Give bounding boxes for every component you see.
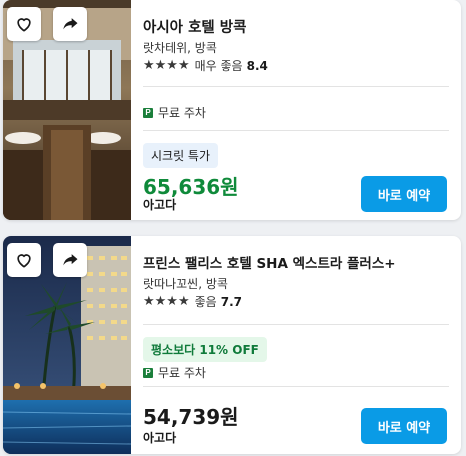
book-now-button[interactable]: 바로 예약 xyxy=(361,176,447,212)
hotel-name[interactable]: 프린스 팰리스 호텔 SHA 엑스트라 플러스+ xyxy=(143,252,396,272)
share-icon xyxy=(63,254,78,266)
divider xyxy=(143,324,449,325)
hotel-name[interactable]: 아시아 호텔 방콕 xyxy=(143,16,246,37)
discount-badge: 평소보다 11% OFF xyxy=(143,337,267,362)
hotel-card[interactable]: 프린스 팰리스 호텔 SHA 엑스트라 플러스+ 랏따나꼬씬, 방콕 ★★★★ … xyxy=(3,236,461,454)
parking-icon: P xyxy=(143,107,153,118)
rating-text: 좋음 xyxy=(194,295,217,309)
hotel-card[interactable]: 아시아 호텔 방콕 랏차테위, 방콕 ★★★★ 매우 좋음 8.4 P 무료 주… xyxy=(3,0,461,220)
parking-icon: P xyxy=(143,367,153,378)
hotel-location: 랏따나꼬씬, 방콕 xyxy=(143,277,228,291)
hotel-location: 랏차테위, 방콕 xyxy=(143,41,217,55)
share-button[interactable] xyxy=(53,7,87,41)
amenity-label: 무료 주차 xyxy=(158,366,206,380)
hotel-info: 아시아 호텔 방콕 랏차테위, 방콕 ★★★★ 매우 좋음 8.4 P 무료 주… xyxy=(143,0,449,220)
divider xyxy=(143,130,449,131)
rating-row: ★★★★ 매우 좋음 8.4 xyxy=(143,57,268,74)
divider xyxy=(143,86,449,87)
divider xyxy=(143,386,449,387)
rating-score: 7.7 xyxy=(220,294,242,309)
amenity-parking: P 무료 주차 xyxy=(143,104,206,121)
heart-icon xyxy=(17,18,31,32)
star-rating: ★★★★ xyxy=(143,294,190,309)
book-now-button[interactable]: 바로 예약 xyxy=(361,408,447,444)
heart-icon xyxy=(17,254,31,268)
amenity-parking: P 무료 주차 xyxy=(143,364,206,381)
favorite-button[interactable] xyxy=(7,7,41,41)
favorite-button[interactable] xyxy=(7,243,41,277)
secret-deal-badge: 시크릿 특가 xyxy=(143,143,219,168)
provider-name: 아고다 xyxy=(143,431,177,445)
share-button[interactable] xyxy=(53,243,87,277)
price: 54,739원 xyxy=(143,405,239,429)
provider-name: 아고다 xyxy=(143,198,177,212)
star-rating: ★★★★ xyxy=(143,58,190,73)
rating-score: 8.4 xyxy=(246,58,268,73)
hotel-info: 프린스 팰리스 호텔 SHA 엑스트라 플러스+ 랏따나꼬씬, 방콕 ★★★★ … xyxy=(143,236,449,454)
share-icon xyxy=(63,18,78,30)
rating-text: 매우 좋음 xyxy=(194,59,243,73)
rating-row: ★★★★ 좋음 7.7 xyxy=(143,293,242,310)
amenity-label: 무료 주차 xyxy=(158,106,206,120)
